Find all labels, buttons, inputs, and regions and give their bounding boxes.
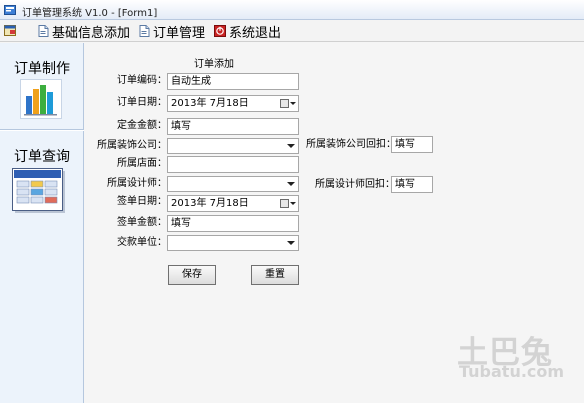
- store-label: 所属店面：: [117, 158, 167, 169]
- title-bar: 订单管理系统 V1.0 - [Form1]: [0, 0, 584, 20]
- reset-button[interactable]: 重置: [251, 265, 299, 285]
- watermark-url: Tubatu.com: [459, 362, 565, 381]
- order-date-value: 2013年 7月18日: [171, 98, 249, 109]
- spreadsheet-icon[interactable]: [11, 167, 71, 217]
- sign-amount-field[interactable]: 填写: [167, 215, 299, 232]
- menu-order-management-label: 订单管理: [153, 25, 206, 41]
- chevron-down-icon[interactable]: [290, 202, 296, 205]
- decor-company-rebate-label: 所属装饰公司回扣：: [306, 139, 396, 150]
- menu-order-management[interactable]: 订单管理: [139, 22, 206, 41]
- bar-chart-icon[interactable]: [20, 79, 62, 119]
- chevron-down-icon[interactable]: [287, 182, 295, 186]
- order-date-label: 订单日期：: [117, 97, 167, 108]
- payer-label: 交款单位：: [117, 237, 167, 248]
- document-icon: [38, 25, 49, 37]
- decor-company-rebate-field[interactable]: 填写: [391, 136, 433, 153]
- nav-order-query-label[interactable]: 订单查询: [0, 146, 84, 166]
- menu-exit[interactable]: 系统退出: [214, 22, 282, 41]
- sign-amount-label: 签单金额：: [117, 217, 167, 228]
- menu-basic-info[interactable]: 基础信息添加: [38, 22, 131, 41]
- order-code-label: 订单编码：: [117, 75, 167, 86]
- document-icon: [139, 25, 150, 37]
- sign-date-value: 2013年 7月18日: [171, 198, 249, 209]
- nav-divider: [0, 129, 84, 131]
- calendar-icon[interactable]: [280, 99, 289, 108]
- deposit-field[interactable]: 填写: [167, 118, 299, 135]
- designer-rebate-label: 所属设计师回扣：: [315, 179, 395, 190]
- decor-company-label: 所属装饰公司：: [97, 140, 167, 151]
- menu-bar: 基础信息添加 订单管理 系统退出: [0, 20, 584, 42]
- chevron-down-icon[interactable]: [290, 102, 296, 105]
- calendar-icon[interactable]: [280, 199, 289, 208]
- nav-order-create-label[interactable]: 订单制作: [0, 58, 84, 78]
- order-code-field[interactable]: 自动生成: [167, 73, 299, 90]
- designer-label: 所属设计师：: [107, 178, 167, 189]
- designer-rebate-field[interactable]: 填写: [391, 176, 433, 193]
- chevron-down-icon[interactable]: [287, 144, 295, 148]
- exit-icon: [214, 25, 226, 37]
- store-field[interactable]: [167, 156, 299, 173]
- form-heading: 订单添加: [194, 59, 234, 70]
- menu-exit-label: 系统退出: [229, 25, 282, 41]
- save-button[interactable]: 保存: [168, 265, 216, 285]
- chevron-down-icon[interactable]: [287, 241, 295, 245]
- window-title: 订单管理系统 V1.0 - [Form1]: [22, 8, 158, 19]
- designer-select[interactable]: [167, 176, 299, 192]
- order-date-picker[interactable]: 2013年 7月18日: [167, 95, 299, 112]
- decor-company-select[interactable]: [167, 138, 299, 154]
- menu-basic-info-label: 基础信息添加: [52, 25, 131, 41]
- app-icon: [4, 5, 16, 15]
- deposit-label: 定金金额：: [117, 120, 167, 131]
- left-nav-panel: 订单制作 订单查询: [0, 43, 84, 403]
- payer-select[interactable]: [167, 235, 299, 251]
- sign-date-picker[interactable]: 2013年 7月18日: [167, 195, 299, 212]
- sign-date-label: 签单日期：: [117, 196, 167, 207]
- mdi-child-icon[interactable]: [4, 25, 16, 36]
